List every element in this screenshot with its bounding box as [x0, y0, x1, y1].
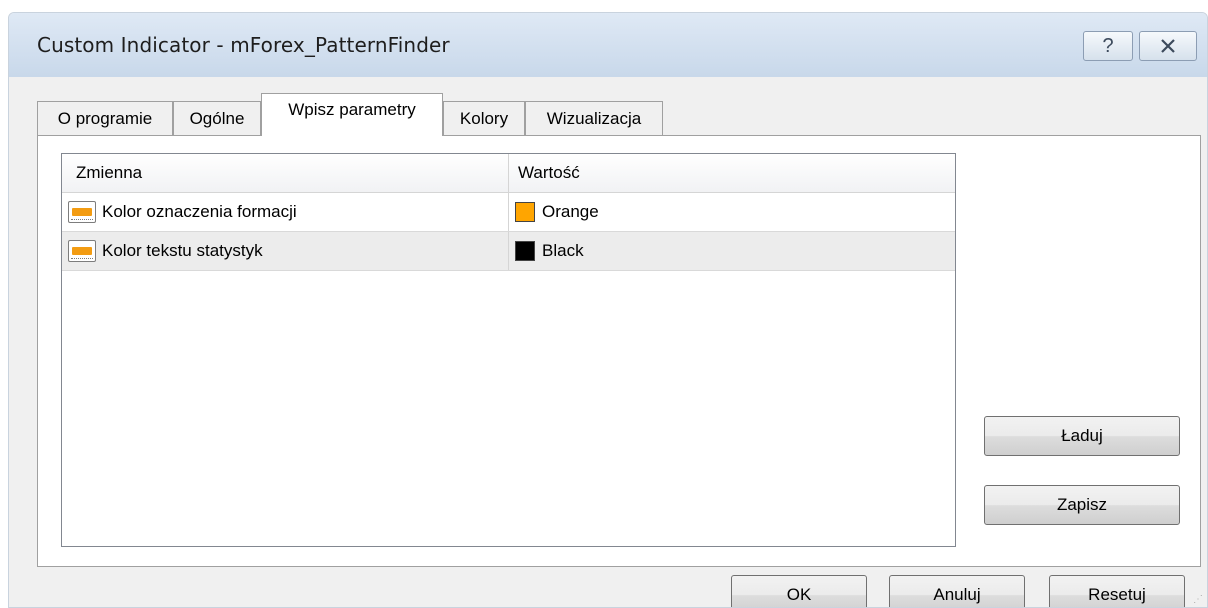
column-divider[interactable]: [508, 154, 509, 192]
save-button[interactable]: Zapisz: [984, 485, 1180, 525]
tab-wizualizacja[interactable]: Wizualizacja: [525, 101, 663, 135]
tab-label: Wizualizacja: [546, 108, 642, 128]
help-button[interactable]: ?: [1083, 31, 1133, 61]
tab-ogolne[interactable]: Ogólne: [173, 101, 261, 135]
resize-grip-icon[interactable]: ⋰: [1193, 595, 1203, 605]
window-title: Custom Indicator - mForex_PatternFinder: [37, 33, 450, 57]
column-header-variable[interactable]: Zmienna: [76, 154, 142, 192]
color-swatch: [515, 202, 535, 222]
tab-o-programie[interactable]: O programie: [37, 101, 173, 135]
table-row[interactable]: Kolor oznaczenia formacji Orange: [62, 193, 955, 232]
tab-label: Ogólne: [189, 108, 245, 128]
title-bar[interactable]: Custom Indicator - mForex_PatternFinder …: [9, 13, 1207, 77]
parameter-value[interactable]: Orange: [542, 193, 599, 231]
parameter-name: Kolor oznaczenia formacji: [102, 202, 297, 221]
ok-button[interactable]: OK: [731, 575, 867, 607]
tab-label: Kolory: [459, 108, 509, 128]
tab-panel-parameters: Zmienna Wartość Kolor oznaczenia formacj…: [37, 135, 1201, 567]
grid-header: Zmienna Wartość: [62, 154, 955, 193]
parameters-grid[interactable]: Zmienna Wartość Kolor oznaczenia formacj…: [61, 153, 956, 547]
table-row[interactable]: Kolor tekstu statystyk Black: [62, 232, 955, 271]
parameter-icon: [68, 240, 96, 262]
parameter-icon: [68, 201, 96, 223]
tab-label: Wpisz parametry: [288, 100, 416, 119]
reset-button[interactable]: Resetuj: [1049, 575, 1185, 607]
tab-label: O programie: [57, 108, 153, 128]
close-icon: [1161, 39, 1175, 53]
tab-kolory[interactable]: Kolory: [443, 101, 525, 135]
tab-wpisz-parametry[interactable]: Wpisz parametry: [261, 93, 443, 136]
column-header-value[interactable]: Wartość: [518, 154, 580, 192]
dialog-window: Custom Indicator - mForex_PatternFinder …: [8, 12, 1208, 608]
parameter-value[interactable]: Black: [542, 232, 584, 270]
parameter-name: Kolor tekstu statystyk: [102, 241, 263, 260]
load-button[interactable]: Ładuj: [984, 416, 1180, 456]
color-swatch: [515, 241, 535, 261]
dialog-client: O programie Ogólne Wpisz parametry Kolor…: [9, 77, 1207, 607]
cancel-button[interactable]: Anuluj: [889, 575, 1025, 607]
help-icon: ?: [1102, 34, 1114, 57]
close-button[interactable]: [1139, 31, 1197, 61]
